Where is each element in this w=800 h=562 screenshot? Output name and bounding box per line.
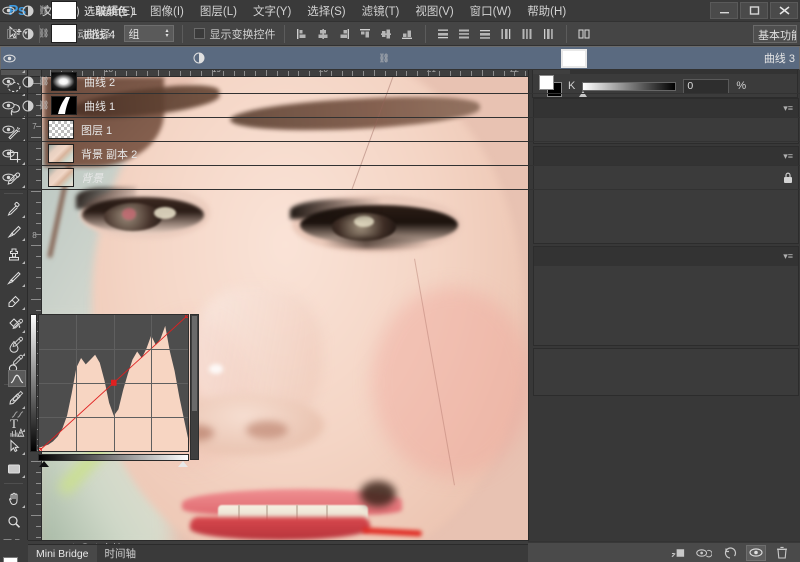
scrollbar-thumb[interactable] <box>192 316 197 411</box>
table-row[interactable]: 背景 <box>0 166 800 190</box>
pencil-draw-icon[interactable] <box>8 388 26 405</box>
clip-to-layer-icon[interactable] <box>668 545 688 561</box>
layer-name[interactable]: 曲线 3 <box>760 50 795 66</box>
curve-control-points[interactable] <box>39 315 188 451</box>
table-row[interactable]: ⛓ 曲线 3 <box>0 46 800 70</box>
delete-icon[interactable] <box>772 545 792 561</box>
toggle-layer-visibility-icon[interactable] <box>746 544 766 561</box>
eyedropper-black-icon[interactable] <box>8 316 26 333</box>
layer-name[interactable]: 图层 1 <box>77 122 112 138</box>
link-mask-icon[interactable]: ⛓ <box>378 53 389 64</box>
layer-mask-thumbnail[interactable] <box>51 24 77 43</box>
layer-visibility-icon[interactable] <box>2 124 22 135</box>
layer-name[interactable]: 曲线 4 <box>80 26 115 42</box>
curves-tool-strip <box>7 314 27 474</box>
layers-panel: ⛓ 选取颜色 1 ⛓ 曲线 4 ⛓ 曲线 3 ⛓ 曲线 2 ⛓ 曲线 1 图层 … <box>0 0 800 562</box>
foreground-color-swatch[interactable] <box>3 557 18 562</box>
curve-point-icon[interactable] <box>8 370 26 387</box>
link-mask-icon[interactable]: ⛓ <box>38 76 49 87</box>
link-mask-icon[interactable]: ⛓ <box>38 5 49 16</box>
layer-name[interactable]: 背景 <box>77 170 103 186</box>
layer-mask-thumbnail[interactable] <box>51 72 77 91</box>
layer-visibility-icon-off[interactable] <box>2 28 22 39</box>
photoshop-window: Ps 文件(F) 编辑(E) 图像(I) 图层(L) 文字(Y) 选择(S) 滤… <box>0 0 800 562</box>
eyedropper-white-icon[interactable] <box>8 352 26 369</box>
layer-visibility-icon[interactable] <box>2 172 22 183</box>
link-mask-icon[interactable]: ⛓ <box>38 28 49 39</box>
smooth-curve-icon[interactable] <box>8 406 26 423</box>
table-row[interactable]: ⛓ 曲线 2 <box>0 70 800 94</box>
tab-timeline[interactable]: 时间轴 <box>97 545 145 562</box>
layer-visibility-icon[interactable] <box>2 76 22 87</box>
eyedropper-gray-icon[interactable] <box>8 334 26 351</box>
layer-visibility-icon[interactable] <box>2 148 22 159</box>
layer-name[interactable]: 曲线 2 <box>80 74 115 90</box>
curve-control-point[interactable] <box>111 380 116 385</box>
layer-visibility-icon[interactable] <box>3 53 23 64</box>
layer-thumbnail[interactable] <box>48 144 74 163</box>
table-row[interactable]: ⛓ 曲线 4 <box>0 22 800 46</box>
adjustment-layer-icon <box>22 76 38 88</box>
foreground-color-swatch[interactable] <box>539 75 554 90</box>
reset-icon[interactable] <box>720 545 740 561</box>
histogram-warning-icon[interactable] <box>8 424 26 441</box>
white-point-slider-icon[interactable] <box>178 461 188 467</box>
layer-mask-thumbnail[interactable] <box>51 96 77 115</box>
layer-name[interactable]: 选取颜色 1 <box>80 3 137 19</box>
layer-thumbnail[interactable] <box>48 168 74 187</box>
adjustment-layer-icon <box>22 5 38 17</box>
adjustment-layer-icon <box>22 100 38 112</box>
link-mask-icon[interactable]: ⛓ <box>38 100 49 111</box>
table-row[interactable]: ⛓ 曲线 1 <box>0 94 800 118</box>
layer-name[interactable]: 曲线 1 <box>80 98 115 114</box>
black-point-slider-icon[interactable] <box>39 461 49 467</box>
curves-graph <box>30 314 199 474</box>
layer-visibility-icon[interactable] <box>2 5 22 16</box>
bottom-panel-tabs: Mini Bridge 时间轴 <box>28 544 528 562</box>
tab-mini-bridge[interactable]: Mini Bridge <box>28 545 97 562</box>
curve-control-point[interactable] <box>39 448 41 451</box>
layer-mask-thumbnail[interactable] <box>51 1 77 20</box>
adjustment-layer-icon <box>22 28 38 40</box>
horizontal-gradient-bar <box>38 454 189 461</box>
layer-mask-thumbnail[interactable] <box>561 48 588 68</box>
lock-icon <box>783 172 800 184</box>
table-row[interactable]: ⛓ 选取颜色 1 <box>0 0 800 22</box>
table-row[interactable]: 背景 副本 2 <box>0 142 800 166</box>
adjustment-layer-icon <box>193 52 209 64</box>
layer-name[interactable]: 背景 副本 2 <box>77 146 137 162</box>
table-row[interactable]: 图层 1 <box>0 118 800 142</box>
view-previous-state-icon[interactable] <box>694 545 714 561</box>
layer-thumbnail[interactable] <box>48 120 74 139</box>
properties-scrollbar[interactable] <box>190 314 199 460</box>
curves-graph-area <box>7 314 199 474</box>
curves-grid[interactable] <box>38 314 189 452</box>
vertical-gradient-bar <box>30 314 37 452</box>
curve-control-point[interactable] <box>186 315 188 318</box>
layer-visibility-icon[interactable] <box>2 100 22 111</box>
